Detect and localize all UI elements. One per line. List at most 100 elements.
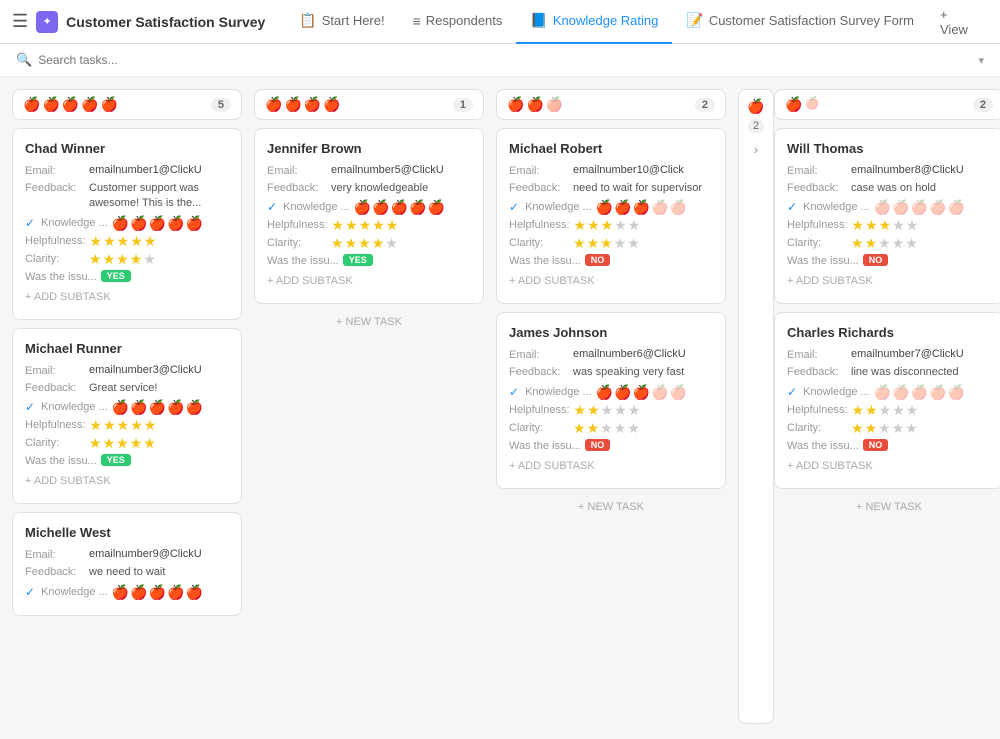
column-1-star-collapsed[interactable]: 🍎 2 › [738,89,774,724]
check-icon: ✓ [267,200,277,214]
tab-knowledge-rating[interactable]: 📘 Knowledge Rating [516,0,672,44]
new-task-btn[interactable]: + NEW TASK [496,497,726,517]
knowledge-icon: 📘 [530,12,547,29]
column-5-stars: 🍎 🍎 🍎 🍎 🍎 5 Chad Winner Email: emailnumb… [12,89,242,724]
column-count-4: 1 [453,98,473,112]
card-title: Will Thomas [787,141,991,156]
check-icon: ✓ [509,200,519,214]
project-title: Customer Satisfaction Survey [66,14,265,30]
email-value: emailnumber7@ClickU [851,348,991,360]
knowledge-stars: 🍎🍎🍎🍎🍎 [874,385,965,399]
check-icon: ✓ [25,585,35,599]
apple-icon: 🍎 [747,98,764,115]
board: 🍎 🍎 🍎 🍎 🍎 5 Chad Winner Email: emailnumb… [0,77,1000,736]
header: ☰ ✦ Customer Satisfaction Survey 📋 Start… [0,0,1000,44]
check-icon: ✓ [25,400,35,414]
clarity-stars: ★★★★★ [851,236,918,250]
clarity-stars: ★★★★★ [573,421,640,435]
card-charles-richards: Charles Richards Email: emailnumber7@Cli… [774,312,1000,488]
column-stars: 🍎 🍎 [785,96,819,113]
feedback-value: need to wait for supervisor [573,181,713,196]
add-subtask-btn[interactable]: + ADD SUBTASK [25,471,229,491]
add-subtask-btn[interactable]: + ADD SUBTASK [787,456,991,476]
column-count-2: 2 [973,98,993,112]
card-title: Michael Runner [25,341,229,356]
email-value: emailnumber6@ClickU [573,348,713,360]
knowledge-stars: 🍎🍎🍎🍎🍎 [596,385,687,399]
check-icon: ✓ [787,200,797,214]
feedback-value: Great service! [89,381,229,396]
column-header-5: 🍎 🍎 🍎 🍎 🍎 5 [12,89,242,120]
clarity-stars: ★★★★★ [89,436,156,450]
issue-badge: NO [585,439,611,451]
helpfulness-stars: ★★★★★ [852,218,919,232]
add-subtask-btn[interactable]: + ADD SUBTASK [25,287,229,307]
add-subtask-btn[interactable]: + ADD SUBTASK [509,271,713,291]
view-button[interactable]: + View [928,0,988,44]
knowledge-stars: 🍎🍎🍎🍎🍎 [112,400,203,414]
add-subtask-btn[interactable]: + ADD SUBTASK [509,456,713,476]
knowledge-stars: 🍎🍎🍎🍎🍎 [596,200,687,214]
email-value: emailnumber3@ClickU [89,364,229,376]
expand-icon[interactable]: › [754,141,759,157]
issue-badge: NO [863,254,889,266]
card-michael-runner: Michael Runner Email: emailnumber3@Click… [12,328,242,504]
search-input[interactable] [38,53,972,67]
card-james-johnson: James Johnson Email: emailnumber6@ClickU… [496,312,726,488]
helpfulness-stars: ★★★★★ [332,218,399,232]
email-value: emailnumber9@ClickU [89,548,229,560]
knowledge-stars: 🍎🍎🍎🍎🍎 [354,200,445,214]
column-count-3: 2 [695,98,715,112]
feedback-value: very knowledgeable [331,181,471,196]
search-bar: 🔍 ▾ [0,44,1000,77]
issue-badge: YES [101,270,131,282]
add-subtask-btn[interactable]: + ADD SUBTASK [787,271,991,291]
search-dropdown-icon[interactable]: ▾ [978,54,984,67]
form-icon: 📝 [686,12,703,29]
new-task-btn[interactable]: + NEW TASK [254,312,484,332]
nav-tabs: 📋 Start Here! ≡ Respondents 📘 Knowledge … [285,0,988,44]
card-title: Michael Robert [509,141,713,156]
issue-badge: YES [343,254,373,266]
menu-icon[interactable]: ☰ [12,11,28,32]
feedback-value: case was on hold [851,181,991,196]
card-chad-winner: Chad Winner Email: emailnumber1@ClickU F… [12,128,242,320]
column-stars: 🍎 🍎 🍎 [507,96,563,113]
card-michelle-west: Michelle West Email: emailnumber9@ClickU… [12,512,242,615]
card-title: Michelle West [25,525,229,540]
card-jennifer-brown: Jennifer Brown Email: emailnumber5@Click… [254,128,484,304]
knowledge-stars: 🍎🍎🍎🍎🍎 [112,585,203,599]
column-header-4: 🍎 🍎 🍎 🍎 1 [254,89,484,120]
helpfulness-stars: ★★★★★ [852,403,919,417]
card-title: James Johnson [509,325,713,340]
knowledge-stars: 🍎🍎🍎🍎🍎 [874,200,965,214]
feedback-value: line was disconnected [851,365,991,380]
clarity-stars: ★★★★★ [331,236,398,250]
helpfulness-stars: ★★★★★ [574,403,641,417]
card-will-thomas: Will Thomas Email: emailnumber8@ClickU F… [774,128,1000,304]
clarity-stars: ★★★★★ [851,421,918,435]
card-title: Chad Winner [25,141,229,156]
check-icon: ✓ [25,216,35,230]
card-michael-robert: Michael Robert Email: emailnumber10@Clic… [496,128,726,304]
add-subtask-btn[interactable]: + ADD SUBTASK [267,271,471,291]
feedback-value: we need to wait [89,565,229,580]
app-icon: ✦ [36,11,58,33]
column-3-stars: 🍎 🍎 🍎 2 Michael Robert Email: emailnumbe… [496,89,726,724]
tab-start-here[interactable]: 📋 Start Here! [285,0,398,44]
tab-respondents[interactable]: ≡ Respondents [399,0,517,44]
tab-survey-form[interactable]: 📝 Customer Satisfaction Survey Form [672,0,928,44]
issue-badge: NO [863,439,889,451]
column-2-stars: 🍎 🍎 2 ∧ ∨ Will Thomas Email: emailnumber… [774,89,1000,724]
column-header-2: 🍎 🍎 2 [774,89,1000,120]
email-value: emailnumber5@ClickU [331,164,471,176]
column-count-5: 5 [211,98,231,112]
new-task-btn[interactable]: + NEW TASK [774,497,1000,517]
search-icon: 🔍 [16,52,32,68]
card-title: Charles Richards [787,325,991,340]
clarity-stars: ★★★★★ [573,236,640,250]
email-value: emailnumber1@ClickU [89,164,229,176]
helpfulness-stars: ★★★★★ [574,218,641,232]
column-header-3: 🍎 🍎 🍎 2 [496,89,726,120]
email-value: emailnumber10@Click [573,164,713,176]
